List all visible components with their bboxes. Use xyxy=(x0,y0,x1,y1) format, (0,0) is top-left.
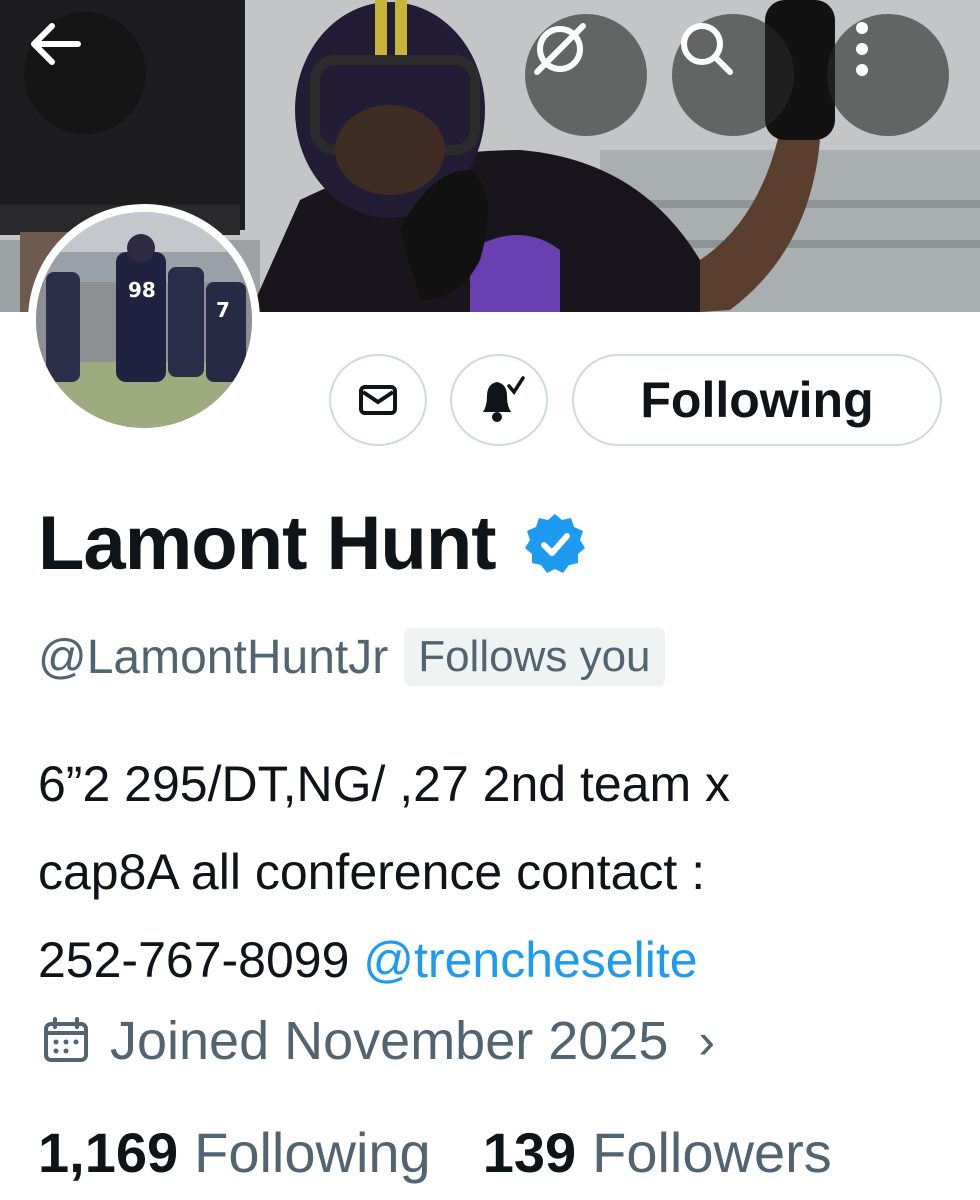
following-label: Following xyxy=(194,1121,431,1184)
avatar-photo: 98 7 xyxy=(36,212,252,428)
grok-button[interactable] xyxy=(525,14,647,136)
verified-badge-icon xyxy=(524,513,585,573)
profile-name-row: Lamont Hunt xyxy=(38,500,588,587)
joined-date-row[interactable]: Joined November 2025 › xyxy=(40,1010,715,1072)
bio-line: 6”2 295/DT,NG/ ,27 2nd team x xyxy=(38,756,731,812)
back-button[interactable] xyxy=(24,12,146,134)
message-button[interactable] xyxy=(329,354,427,446)
following-button[interactable]: Following xyxy=(572,354,942,446)
bio-phone-text: 252-767-8099 xyxy=(38,932,364,988)
follows-you-badge: Follows you xyxy=(404,628,665,686)
joined-date: Joined November 2025 xyxy=(110,1011,669,1071)
arrow-left-icon xyxy=(31,23,81,65)
followers-stat-link[interactable]: 139 Followers xyxy=(483,1120,832,1185)
profile-bio: 6”2 295/DT,NG/ ,27 2nd team x cap8A all … xyxy=(38,740,958,1004)
search-button[interactable] xyxy=(672,14,794,136)
followers-count: 139 xyxy=(482,1121,577,1184)
mention-link[interactable]: @trencheselite xyxy=(363,932,697,988)
notifications-button[interactable] xyxy=(450,354,548,446)
user-handle: @LamontHuntJr xyxy=(38,630,389,684)
grok-icon xyxy=(534,23,586,75)
display-name: Lamont Hunt xyxy=(38,501,497,586)
svg-text:7: 7 xyxy=(216,298,230,322)
follow-stats: 1,169 Following 139 Followers xyxy=(38,1120,832,1185)
calendar-icon xyxy=(44,1017,88,1062)
more-vertical-icon xyxy=(856,22,868,76)
handle-row: @LamontHuntJr Follows you xyxy=(38,628,665,686)
followers-label: Followers xyxy=(592,1121,832,1184)
bio-line: 252-767-8099 @trencheselite xyxy=(38,916,958,1004)
chevron-right-icon: › xyxy=(698,1013,716,1069)
search-icon xyxy=(681,23,733,75)
following-count: 1,169 xyxy=(38,1121,179,1184)
bell-check-icon xyxy=(483,376,525,422)
svg-text:98: 98 xyxy=(128,278,156,302)
envelope-icon xyxy=(359,385,397,415)
following-stat-link[interactable]: 1,169 Following xyxy=(38,1120,431,1185)
more-options-button[interactable] xyxy=(827,14,949,136)
avatar[interactable]: 98 7 xyxy=(28,204,260,436)
bio-line: cap8A all conference contact : xyxy=(38,844,706,900)
